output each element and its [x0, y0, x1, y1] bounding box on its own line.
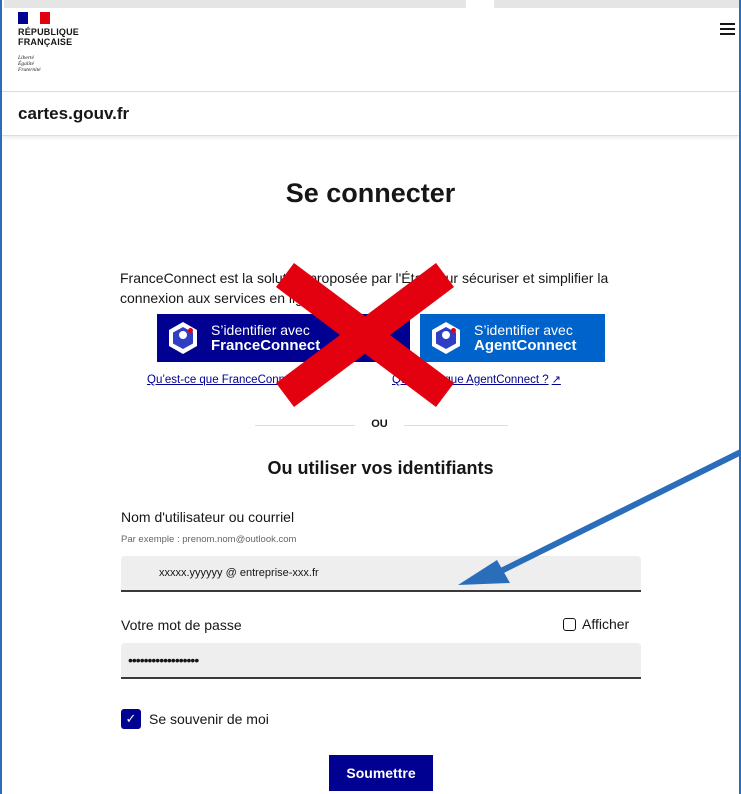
republic-motto: Liberté Égalité Fraternité [18, 55, 41, 73]
username-input[interactable] [121, 556, 641, 592]
submit-button[interactable]: Soumettre [329, 755, 433, 791]
service-title-bar: cartes.gouv.fr [2, 92, 739, 136]
top-strip [2, 0, 739, 8]
what-is-agentconnect-link[interactable]: Qu’est-ce que AgentConnect ? ↗ [392, 373, 561, 386]
password-label: Votre mot de passe [121, 617, 242, 633]
external-link-icon: ↗ [313, 374, 323, 386]
agentconnect-logo-icon [428, 320, 464, 356]
external-link-icon: ↗ [551, 374, 561, 386]
page-title: Se connecter [285, 178, 456, 208]
password-input[interactable] [121, 643, 641, 679]
separator-line-left [255, 425, 355, 426]
show-password-label: Afficher [582, 616, 630, 632]
remember-me-checkbox[interactable]: ✓ [121, 709, 141, 729]
republique-francaise-logo[interactable]: RÉPUBLIQUE FRANÇAISE [18, 27, 79, 47]
franceconnect-intro-text: FranceConnect est la solution proposée p… [120, 270, 609, 306]
remember-me-label: Se souvenir de moi [149, 711, 269, 727]
credentials-section-title: Ou utiliser vos identifiants [267, 458, 494, 478]
site-title[interactable]: cartes.gouv.fr [18, 104, 129, 124]
franceconnect-button-line2: FranceConnect [211, 337, 321, 354]
remember-me-toggle[interactable]: ✓ Se souvenir de moi [121, 709, 269, 729]
show-password-checkbox[interactable] [563, 617, 576, 631]
site-header: RÉPUBLIQUE FRANÇAISE Liberté Égalité Fra… [2, 8, 739, 92]
show-password-toggle[interactable]: Afficher [563, 616, 629, 632]
what-is-franceconnect-link[interactable]: Qu’est-ce que FranceConnect ? ↗ [147, 373, 322, 386]
agentconnect-button-line1: S’identifier avec [474, 322, 573, 338]
marianne-flag-logo [18, 12, 50, 24]
agentconnect-button-line2: AgentConnect [474, 337, 577, 354]
separator-line-right [404, 425, 508, 426]
separator-label: OU [371, 418, 388, 430]
browser-frame: RÉPUBLIQUE FRANÇAISE Liberté Égalité Fra… [0, 0, 741, 794]
franceconnect-button[interactable]: S’identifier avec FranceConnect [157, 314, 410, 362]
hamburger-menu-icon[interactable] [720, 22, 736, 36]
username-hint: Par exemple : prenom.nom@outlook.com [121, 534, 297, 545]
agentconnect-button[interactable]: S’identifier avec AgentConnect [420, 314, 605, 362]
username-label: Nom d'utilisateur ou courriel [121, 509, 295, 525]
franceconnect-button-line1: S’identifier avec [211, 322, 310, 338]
franceconnect-logo-icon [165, 320, 201, 356]
